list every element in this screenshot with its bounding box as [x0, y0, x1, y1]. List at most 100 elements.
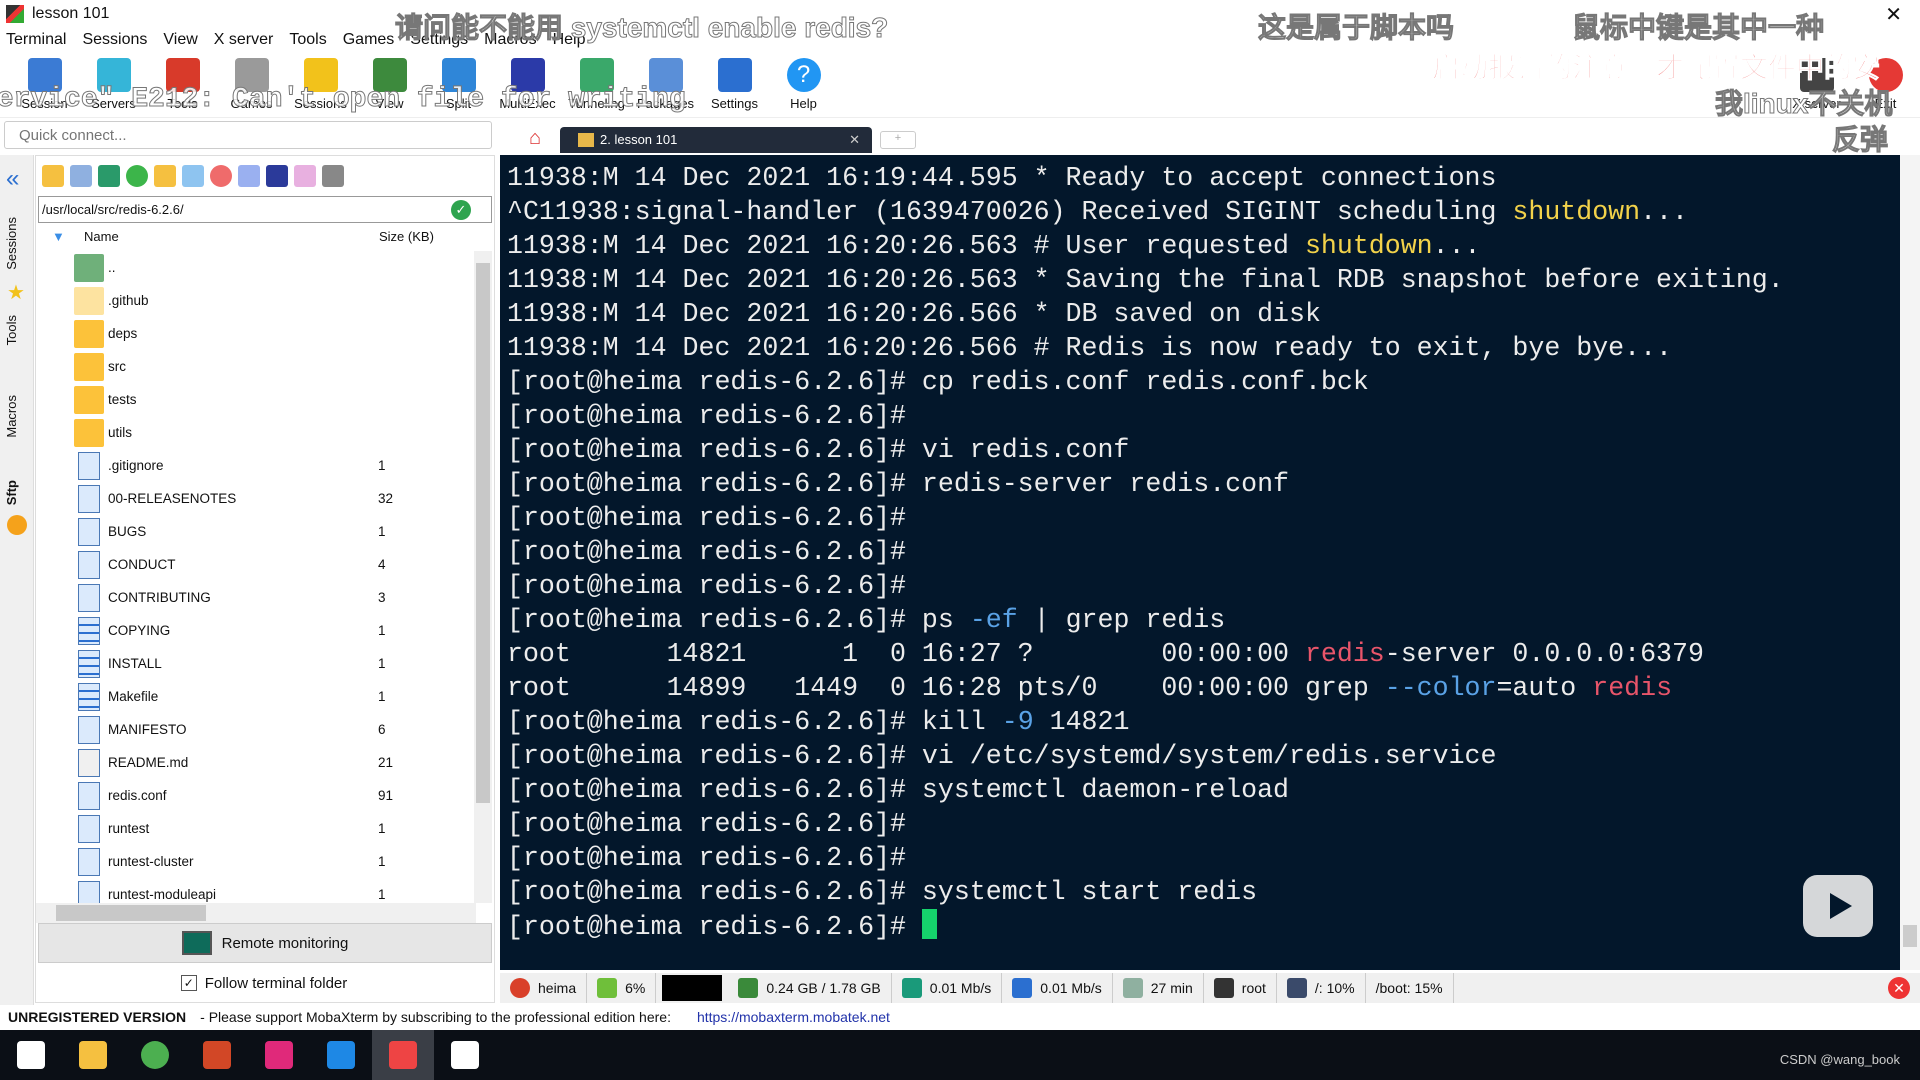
file-name: INSTALL	[108, 656, 162, 671]
file-row[interactable]: BUGS 1	[36, 515, 476, 548]
status-memory: 0.24 GB / 1.78 GB	[766, 980, 881, 996]
side-tab-sftp[interactable]: Sftp	[4, 480, 19, 505]
file-size: 21	[378, 755, 394, 770]
file-name: CONTRIBUTING	[108, 590, 211, 605]
terminal[interactable]: 11938:M 14 Dec 2021 16:19:44.595 * Ready…	[500, 155, 1900, 970]
horizontal-scrollbar[interactable]	[36, 903, 476, 923]
file-row[interactable]: .github	[36, 284, 476, 317]
terminal-icon[interactable]	[322, 165, 344, 187]
terminal-text: [root@heima redis-6.2.6]# vi redis.conf	[507, 435, 1130, 465]
taskbar-intellij[interactable]	[248, 1030, 310, 1080]
column-size[interactable]: Size (KB)	[379, 229, 434, 244]
download-icon[interactable]	[70, 165, 92, 187]
new-tab-button[interactable]: +	[880, 131, 916, 149]
file-row[interactable]: MANIFESTO 6	[36, 713, 476, 746]
checkbox-checked-icon[interactable]: ✓	[180, 975, 197, 991]
follow-terminal-folder-checkbox[interactable]: ✓ Follow terminal folder	[36, 968, 492, 998]
side-tab-sessions[interactable]: Sessions	[4, 217, 19, 270]
tab-lesson-101[interactable]: 2. lesson 101 ✕	[560, 127, 872, 153]
close-window-button[interactable]: ✕	[1885, 2, 1902, 27]
file-row[interactable]: Makefile 1	[36, 680, 476, 713]
file-size: 6	[378, 722, 386, 737]
file-name: BUGS	[108, 524, 147, 539]
new-folder-icon[interactable]	[154, 165, 176, 187]
danmaku-comment: 启动报错的注意刚才配置文件中的安	[1431, 52, 1881, 84]
file-row[interactable]: CONTRIBUTING 3	[36, 581, 476, 614]
terminal-text: ^C11938:signal-handler (1639470026) Rece…	[507, 197, 1513, 227]
file-row[interactable]: ..	[36, 251, 476, 284]
sftp-panel: /usr/local/src/redis-6.2.6/ ✓ ▼ Name Siz…	[35, 155, 495, 1003]
menu-tools[interactable]: Tools	[289, 28, 326, 52]
taskbar-typora[interactable]	[434, 1030, 496, 1080]
file-name: redis.conf	[108, 788, 167, 803]
file-row[interactable]: 00-RELEASENOTES 32	[36, 482, 476, 515]
side-tab-tools[interactable]: Tools	[4, 315, 19, 345]
file-name: COPYING	[108, 623, 171, 638]
remote-monitoring-button[interactable]: Remote monitoring	[38, 923, 492, 963]
new-file-icon[interactable]	[182, 165, 204, 187]
wand-icon[interactable]	[294, 165, 316, 187]
menu-sessions[interactable]: Sessions	[82, 28, 147, 52]
download-speed-icon	[1012, 978, 1033, 998]
rename-icon[interactable]	[238, 165, 260, 187]
follow-terminal-folder-label: Follow terminal folder	[204, 974, 348, 992]
status-cpu: 6%	[625, 980, 646, 996]
play-icon[interactable]	[1803, 875, 1873, 937]
toolbar-help-button[interactable]: ? Help	[769, 54, 838, 117]
sort-icon[interactable]: ▼	[52, 229, 65, 244]
menu-x-server[interactable]: X server	[214, 28, 274, 52]
file-row[interactable]: README.md 21	[36, 746, 476, 779]
terminal-line: [root@heima redis-6.2.6]#	[507, 569, 1784, 603]
file-row[interactable]: CONDUCT 4	[36, 548, 476, 581]
file-size: 1	[378, 524, 386, 539]
file-row[interactable]: src	[36, 350, 476, 383]
file-row[interactable]: utils	[36, 416, 476, 449]
file-size: 3	[378, 590, 386, 605]
collapse-icon[interactable]: «	[6, 165, 19, 193]
taskbar-virtualbox[interactable]	[310, 1030, 372, 1080]
mobatek-link[interactable]: https://mobaxterm.mobatek.net	[697, 1009, 890, 1025]
file-icon	[78, 715, 100, 744]
close-session-icon[interactable]: ✕	[1888, 977, 1910, 999]
check-icon[interactable]: ✓	[451, 200, 471, 220]
file-row[interactable]: .gitignore 1	[36, 449, 476, 482]
refresh-icon[interactable]	[126, 165, 148, 187]
file-row[interactable]: runtest-cluster 1	[36, 845, 476, 878]
file-name: 00-RELEASENOTES	[108, 491, 237, 506]
status-download: 0.01 Mb/s	[1040, 980, 1102, 996]
delete-icon[interactable]	[210, 165, 232, 187]
permissions-icon[interactable]	[266, 165, 288, 187]
upload-icon[interactable]	[98, 165, 120, 187]
file-row[interactable]: COPYING 1	[36, 614, 476, 647]
file-row[interactable]: tests	[36, 383, 476, 416]
terminal-line: [root@heima redis-6.2.6]#	[507, 535, 1784, 569]
terminal-scrollbar[interactable]	[1900, 155, 1920, 970]
parent-folder-icon[interactable]	[42, 165, 64, 187]
terminal-text: [root@heima redis-6.2.6]# redis-server r…	[507, 469, 1289, 499]
home-tab-icon[interactable]: ⌂	[518, 127, 552, 153]
path-input[interactable]: /usr/local/src/redis-6.2.6/ ✓	[38, 196, 492, 223]
column-name[interactable]: Name	[84, 229, 119, 244]
close-tab-icon[interactable]: ✕	[849, 127, 860, 153]
menu-view[interactable]: View	[163, 28, 197, 52]
file-row[interactable]: runtest-moduleapi 1	[36, 878, 476, 903]
taskbar-chrome[interactable]	[124, 1030, 186, 1080]
toolbar-settings-button[interactable]: Settings	[700, 54, 769, 117]
file-row[interactable]: INSTALL 1	[36, 647, 476, 680]
path-value: /usr/local/src/redis-6.2.6/	[42, 202, 184, 217]
menu-terminal[interactable]: Terminal	[6, 28, 66, 52]
folder-icon	[74, 418, 104, 447]
file-icon	[78, 781, 100, 810]
file-row[interactable]: runtest 1	[36, 812, 476, 845]
side-tab-macros[interactable]: Macros	[4, 395, 19, 438]
taskbar-windows-start[interactable]	[0, 1030, 62, 1080]
vertical-scrollbar[interactable]	[474, 251, 492, 903]
taskbar-mobaxterm[interactable]	[372, 1030, 434, 1080]
file-row[interactable]: redis.conf 91	[36, 779, 476, 812]
terminal-text: root 14899 1449 0 16:28 pts/0 00:00:00 g…	[507, 673, 1385, 703]
file-row[interactable]: deps	[36, 317, 476, 350]
taskbar-powerpoint[interactable]	[186, 1030, 248, 1080]
quick-connect-input[interactable]	[4, 121, 492, 149]
menu-games[interactable]: Games	[343, 28, 395, 52]
taskbar-file-explorer[interactable]	[62, 1030, 124, 1080]
